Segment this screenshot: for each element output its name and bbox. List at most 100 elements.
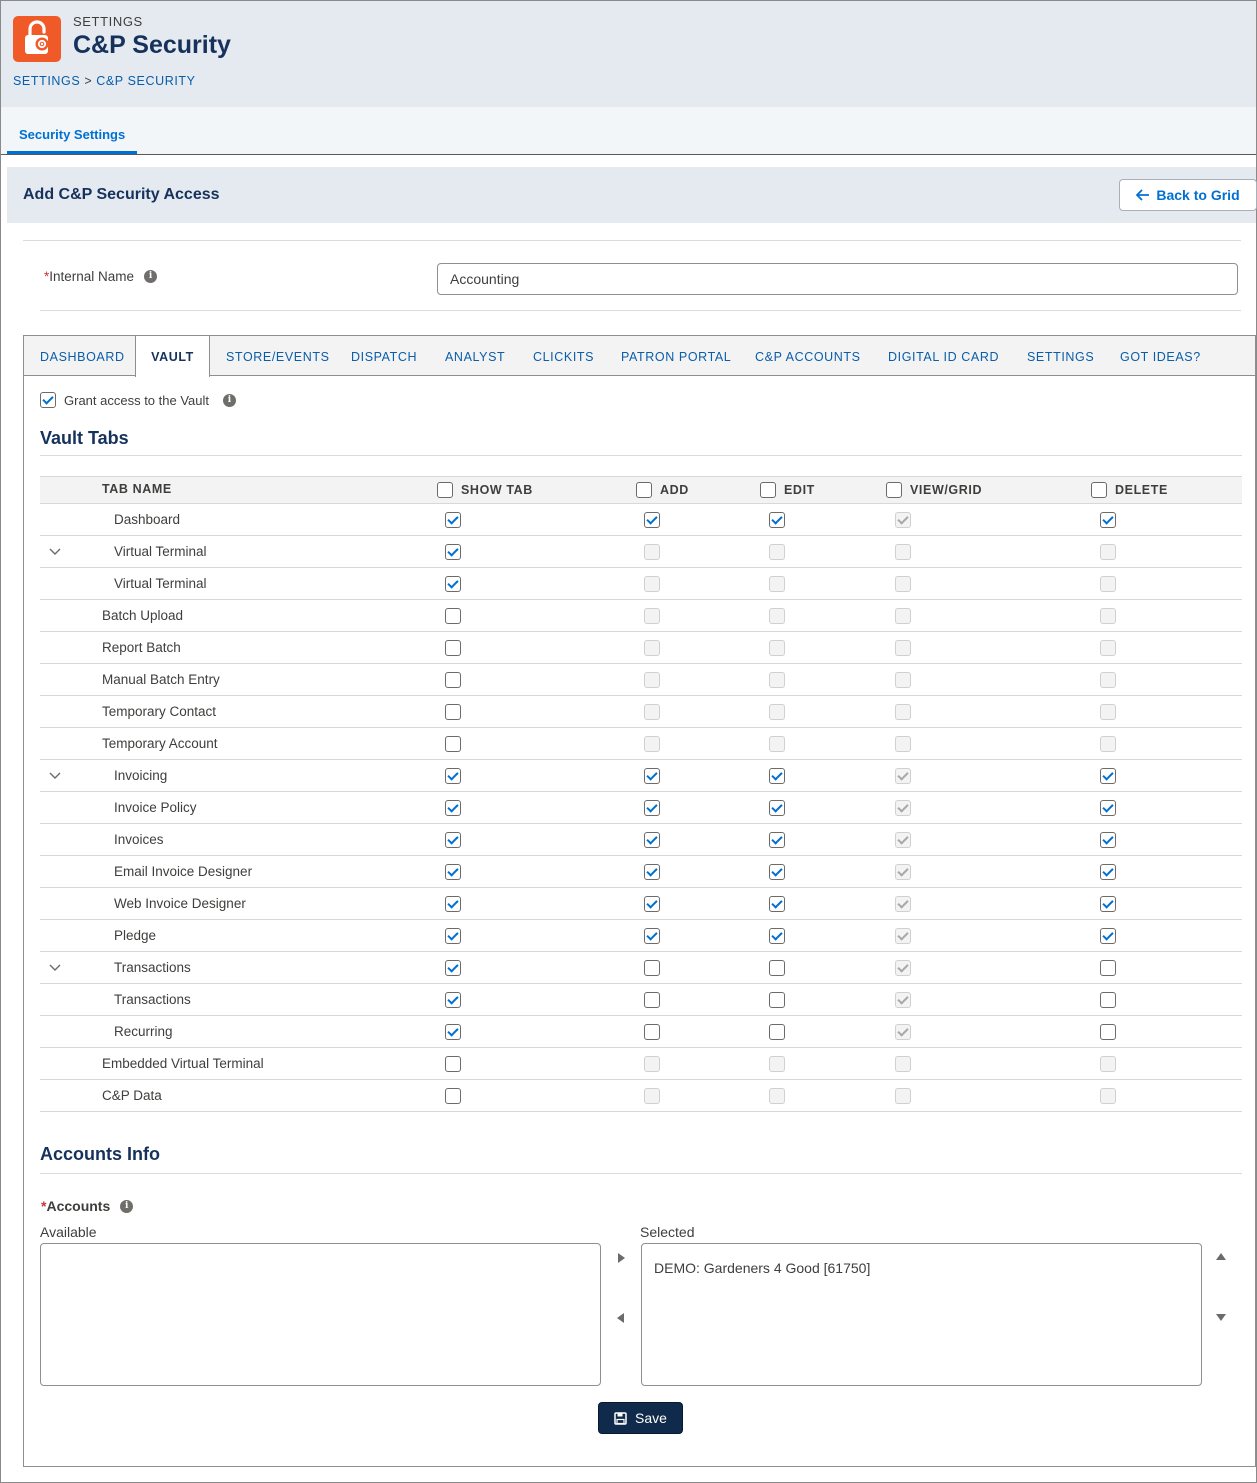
move-right-icon[interactable] <box>618 1253 625 1263</box>
col-view-grid: VIEW/GRID <box>886 482 982 498</box>
show-tab-checkbox[interactable] <box>445 960 461 976</box>
view-grid-checkbox <box>895 768 911 784</box>
tab-name-cell: Transactions <box>114 960 191 975</box>
info-icon[interactable]: i <box>223 393 236 407</box>
show-tab-checkbox[interactable] <box>445 672 461 688</box>
available-listbox[interactable] <box>40 1243 601 1386</box>
show-tab-checkbox[interactable] <box>445 800 461 816</box>
grant-access-checkbox[interactable] <box>40 392 56 408</box>
add-checkbox[interactable] <box>644 928 660 944</box>
show-tab-checkbox[interactable] <box>445 832 461 848</box>
edit-checkbox[interactable] <box>769 864 785 880</box>
show-tab-checkbox[interactable] <box>445 864 461 880</box>
show-tab-checkbox[interactable] <box>445 896 461 912</box>
edit-checkbox[interactable] <box>769 832 785 848</box>
save-button[interactable]: Save <box>598 1402 683 1434</box>
edit-checkbox[interactable] <box>769 1024 785 1040</box>
delete-checkbox[interactable] <box>1100 960 1116 976</box>
table-row: Virtual Terminal <box>40 536 1242 568</box>
internal-name-input[interactable] <box>437 263 1238 295</box>
add-checkbox[interactable] <box>644 832 660 848</box>
tab-vault[interactable]: VAULT <box>135 336 210 377</box>
tab-clickits[interactable]: CLICKITS <box>533 336 594 376</box>
info-icon[interactable]: i <box>144 270 158 283</box>
show-tab-checkbox[interactable] <box>445 768 461 784</box>
edit-checkbox[interactable] <box>769 768 785 784</box>
chevron-down-icon[interactable] <box>49 961 61 973</box>
table-row: Invoices <box>40 824 1242 856</box>
show-tab-checkbox[interactable] <box>445 736 461 752</box>
show-tab-checkbox[interactable] <box>445 1056 461 1072</box>
back-to-grid-button[interactable]: Back to Grid <box>1119 179 1257 211</box>
show-tab-checkbox[interactable] <box>445 992 461 1008</box>
edit-all-checkbox[interactable] <box>760 482 776 498</box>
breadcrumb-cp-security[interactable]: C&P SECURITY <box>96 74 195 88</box>
tab-settings[interactable]: SETTINGS <box>1027 336 1094 376</box>
view-grid-all-checkbox[interactable] <box>886 482 902 498</box>
tab-digital-id-card[interactable]: DIGITAL ID CARD <box>888 336 999 376</box>
edit-checkbox[interactable] <box>769 800 785 816</box>
selected-listbox[interactable]: DEMO: Gardeners 4 Good [61750] <box>641 1243 1202 1386</box>
delete-checkbox[interactable] <box>1100 864 1116 880</box>
add-checkbox <box>644 544 660 560</box>
show-tab-all-checkbox[interactable] <box>437 482 453 498</box>
show-tab-checkbox[interactable] <box>445 1088 461 1104</box>
edit-checkbox[interactable] <box>769 512 785 528</box>
add-checkbox[interactable] <box>644 864 660 880</box>
move-down-icon[interactable] <box>1216 1314 1226 1321</box>
show-tab-checkbox[interactable] <box>445 608 461 624</box>
add-checkbox[interactable] <box>644 1024 660 1040</box>
add-checkbox[interactable] <box>644 896 660 912</box>
tab-analyst[interactable]: ANALYST <box>445 336 505 376</box>
delete-checkbox[interactable] <box>1100 832 1116 848</box>
list-item[interactable]: DEMO: Gardeners 4 Good [61750] <box>654 1260 870 1276</box>
delete-checkbox <box>1100 576 1116 592</box>
app-header: SETTINGS C&P Security SETTINGS > C&P SECUR… <box>1 1 1256 107</box>
show-tab-checkbox[interactable] <box>445 576 461 592</box>
add-checkbox[interactable] <box>644 768 660 784</box>
add-checkbox[interactable] <box>644 960 660 976</box>
view-grid-checkbox <box>895 832 911 848</box>
save-icon <box>614 1411 627 1425</box>
delete-checkbox[interactable] <box>1100 896 1116 912</box>
show-tab-checkbox[interactable] <box>445 704 461 720</box>
col-show-tab-label: SHOW TAB <box>461 483 533 497</box>
move-up-icon[interactable] <box>1216 1253 1226 1260</box>
delete-checkbox[interactable] <box>1100 928 1116 944</box>
delete-checkbox[interactable] <box>1100 768 1116 784</box>
tab-dispatch[interactable]: DISPATCH <box>351 336 417 376</box>
edit-checkbox[interactable] <box>769 928 785 944</box>
tab-cp-accounts[interactable]: C&P ACCOUNTS <box>755 336 861 376</box>
show-tab-checkbox[interactable] <box>445 544 461 560</box>
edit-checkbox[interactable] <box>769 960 785 976</box>
tab-got-ideas[interactable]: GOT IDEAS? <box>1120 336 1201 376</box>
show-tab-checkbox[interactable] <box>445 640 461 656</box>
module-tab-bar: DASHBOARD VAULT STORE/EVENTS DISPATCH AN… <box>24 336 1255 377</box>
add-checkbox[interactable] <box>644 512 660 528</box>
edit-checkbox[interactable] <box>769 992 785 1008</box>
delete-checkbox[interactable] <box>1100 512 1116 528</box>
tab-patron-portal[interactable]: PATRON PORTAL <box>621 336 731 376</box>
edit-checkbox[interactable] <box>769 896 785 912</box>
tab-dashboard[interactable]: DASHBOARD <box>40 336 125 376</box>
add-all-checkbox[interactable] <box>636 482 652 498</box>
delete-checkbox[interactable] <box>1100 800 1116 816</box>
chevron-down-icon[interactable] <box>49 769 61 781</box>
delete-checkbox[interactable] <box>1100 992 1116 1008</box>
tab-security-settings[interactable]: Security Settings <box>7 107 138 154</box>
add-checkbox[interactable] <box>644 800 660 816</box>
show-tab-checkbox[interactable] <box>445 512 461 528</box>
top-tab-bar: Security Settings <box>1 107 1256 155</box>
show-tab-checkbox[interactable] <box>445 1024 461 1040</box>
chevron-down-icon[interactable] <box>49 545 61 557</box>
col-add-label: ADD <box>660 483 689 497</box>
move-left-icon[interactable] <box>617 1313 624 1323</box>
show-tab-checkbox[interactable] <box>445 928 461 944</box>
add-checkbox[interactable] <box>644 992 660 1008</box>
delete-all-checkbox[interactable] <box>1091 482 1107 498</box>
breadcrumb-settings[interactable]: SETTINGS <box>13 74 80 88</box>
tab-store-events[interactable]: STORE/EVENTS <box>226 336 330 376</box>
info-icon[interactable]: i <box>120 1199 134 1213</box>
delete-checkbox[interactable] <box>1100 1024 1116 1040</box>
col-delete: DELETE <box>1091 482 1168 498</box>
